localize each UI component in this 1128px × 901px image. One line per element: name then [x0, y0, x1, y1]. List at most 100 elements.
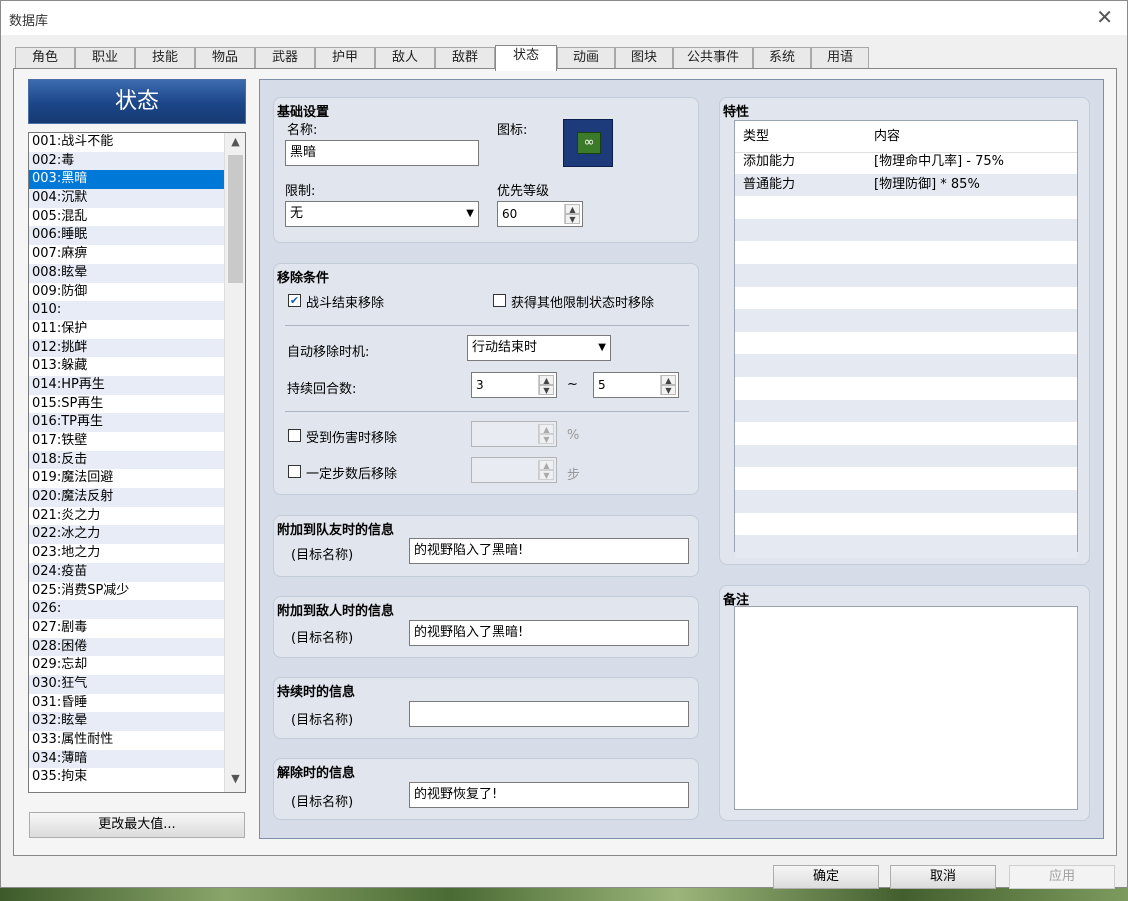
- trait-row[interactable]: [735, 218, 1077, 242]
- tab-armors[interactable]: 护甲: [315, 47, 375, 69]
- restriction-select[interactable]: 无 ▼: [285, 201, 479, 227]
- trait-row[interactable]: [735, 422, 1077, 445]
- list-item[interactable]: 004:沉默: [29, 189, 224, 208]
- tab-enemies[interactable]: 敌人: [375, 47, 435, 69]
- trait-row[interactable]: [735, 332, 1077, 355]
- note-textarea[interactable]: [734, 606, 1078, 810]
- list-item[interactable]: 006:睡眠: [29, 226, 224, 246]
- trait-row[interactable]: 添加能力 [物理命中几率] - 75%: [735, 151, 1077, 174]
- list-item[interactable]: 019:魔法回避: [29, 469, 224, 488]
- duration-min-stepper[interactable]: 3 ▲ ▼: [471, 372, 557, 398]
- walking-removal-checkbox[interactable]: [288, 465, 301, 478]
- tab-common-events[interactable]: 公共事件: [673, 47, 753, 69]
- auto-removal-select[interactable]: 行动结束时 ▼: [467, 335, 611, 361]
- list-item[interactable]: 014:HP再生: [29, 375, 224, 395]
- trait-row[interactable]: [735, 399, 1077, 423]
- list-item[interactable]: 016:TP再生: [29, 413, 224, 432]
- list-item[interactable]: 018:反击: [29, 450, 224, 470]
- tab-skills[interactable]: 技能: [135, 47, 195, 69]
- restriction-removal-checkbox[interactable]: [493, 294, 506, 307]
- duration-max-spin-buttons[interactable]: ▲ ▼: [660, 375, 676, 395]
- list-item[interactable]: 024:疫苗: [29, 562, 224, 582]
- scroll-down-icon[interactable]: ▼: [225, 772, 245, 790]
- tab-actors[interactable]: 角色: [15, 47, 75, 69]
- list-item[interactable]: 001:战斗不能: [29, 133, 224, 152]
- list-item[interactable]: 022:冰之力: [29, 525, 224, 545]
- list-item[interactable]: 023:地之力: [29, 544, 224, 563]
- trait-row[interactable]: [735, 513, 1077, 536]
- name-input[interactable]: 黑暗: [285, 140, 479, 166]
- steps-stepper[interactable]: ▲ ▼: [471, 457, 557, 483]
- trait-row[interactable]: 普通能力 [物理防御] * 85%: [735, 173, 1077, 197]
- tab-troops[interactable]: 敌群: [435, 47, 495, 69]
- message-enemy-input[interactable]: 的视野陷入了黑暗!: [409, 620, 689, 646]
- message-persist-input[interactable]: [409, 701, 689, 727]
- tab-tilesets[interactable]: 图块: [615, 47, 673, 69]
- trait-row[interactable]: [735, 377, 1077, 400]
- list-item[interactable]: 011:保护: [29, 320, 224, 339]
- list-item[interactable]: 015:SP再生: [29, 395, 224, 414]
- list-item[interactable]: 028:困倦: [29, 637, 224, 657]
- damage-percent-stepper[interactable]: ▲ ▼: [471, 421, 557, 447]
- state-list[interactable]: 001:战斗不能 002:毒 003:黑暗 004:沉默 005:混乱 006:睡眠 007…: [28, 132, 246, 793]
- list-item[interactable]: 005:混乱: [29, 208, 224, 227]
- list-item[interactable]: 029:忘却: [29, 656, 224, 675]
- list-item[interactable]: 034:薄暗: [29, 749, 224, 769]
- trait-row[interactable]: [735, 287, 1077, 310]
- tab-weapons[interactable]: 武器: [255, 47, 315, 69]
- list-item[interactable]: 032:眩晕: [29, 712, 224, 731]
- cancel-button[interactable]: 取消: [890, 865, 996, 889]
- tab-animations[interactable]: 动画: [557, 47, 615, 69]
- trait-row[interactable]: [735, 490, 1077, 513]
- scroll-up-icon[interactable]: ▲: [225, 135, 245, 153]
- ok-button[interactable]: 确定: [773, 865, 879, 889]
- trait-row[interactable]: [735, 444, 1077, 468]
- list-scrollbar[interactable]: ▲ ▼: [224, 133, 245, 792]
- list-item[interactable]: 010:: [29, 301, 224, 320]
- list-item[interactable]: 035:拘束: [29, 768, 224, 787]
- steps-spin-buttons[interactable]: ▲ ▼: [538, 460, 554, 480]
- scroll-thumb[interactable]: [228, 155, 243, 283]
- apply-button[interactable]: 应用: [1009, 865, 1115, 889]
- list-item[interactable]: 021:炎之力: [29, 507, 224, 526]
- duration-max-stepper[interactable]: 5 ▲ ▼: [593, 372, 679, 398]
- list-item[interactable]: 003:黑暗: [29, 170, 224, 190]
- message-actor-input[interactable]: 的视野陷入了黑暗!: [409, 538, 689, 564]
- message-remove-input[interactable]: 的视野恢复了!: [409, 782, 689, 808]
- trait-row[interactable]: [735, 354, 1077, 377]
- tab-system[interactable]: 系统: [753, 47, 811, 69]
- trait-row[interactable]: [735, 264, 1077, 287]
- tab-terms[interactable]: 用语: [811, 47, 869, 69]
- list-item[interactable]: 002:毒: [29, 151, 224, 171]
- list-item[interactable]: 033:属性耐性: [29, 731, 224, 750]
- battle-end-checkbox[interactable]: ✔: [288, 294, 301, 307]
- list-item[interactable]: 030:狂气: [29, 674, 224, 694]
- trait-row[interactable]: [735, 196, 1077, 219]
- trait-row[interactable]: [735, 535, 1077, 558]
- traits-table[interactable]: 类型 内容 添加能力 [物理命中几率] - 75% 普通能力 [物理防御] * 85%: [734, 120, 1078, 558]
- list-item[interactable]: 031:昏睡: [29, 694, 224, 713]
- priority-spin-buttons[interactable]: ▲ ▼: [564, 204, 580, 224]
- priority-stepper[interactable]: 60 ▲ ▼: [497, 201, 583, 227]
- duration-min-spin-buttons[interactable]: ▲ ▼: [538, 375, 554, 395]
- list-item[interactable]: 020:魔法反射: [29, 488, 224, 507]
- list-item[interactable]: 012:挑衅: [29, 338, 224, 358]
- list-item[interactable]: 027:剧毒: [29, 619, 224, 638]
- change-max-button[interactable]: 更改最大值...: [29, 812, 245, 838]
- icon-picker[interactable]: ∞: [563, 119, 613, 167]
- trait-row[interactable]: [735, 309, 1077, 332]
- list-item[interactable]: 013:躲藏: [29, 357, 224, 376]
- close-icon[interactable]: ✕: [1096, 5, 1113, 29]
- list-item[interactable]: 008:眩晕: [29, 263, 224, 283]
- trait-row[interactable]: [735, 467, 1077, 490]
- damage-removal-checkbox[interactable]: [288, 429, 301, 442]
- trait-row[interactable]: [735, 241, 1077, 264]
- tab-classes[interactable]: 职业: [75, 47, 135, 69]
- tab-items[interactable]: 物品: [195, 47, 255, 69]
- list-item[interactable]: 025:消费SP减少: [29, 582, 224, 601]
- list-item[interactable]: 026:: [29, 600, 224, 619]
- damage-spin-buttons[interactable]: ▲ ▼: [538, 424, 554, 444]
- list-item[interactable]: 017:铁壁: [29, 432, 224, 451]
- tab-states[interactable]: 状态: [495, 45, 557, 71]
- list-item[interactable]: 009:防御: [29, 283, 224, 302]
